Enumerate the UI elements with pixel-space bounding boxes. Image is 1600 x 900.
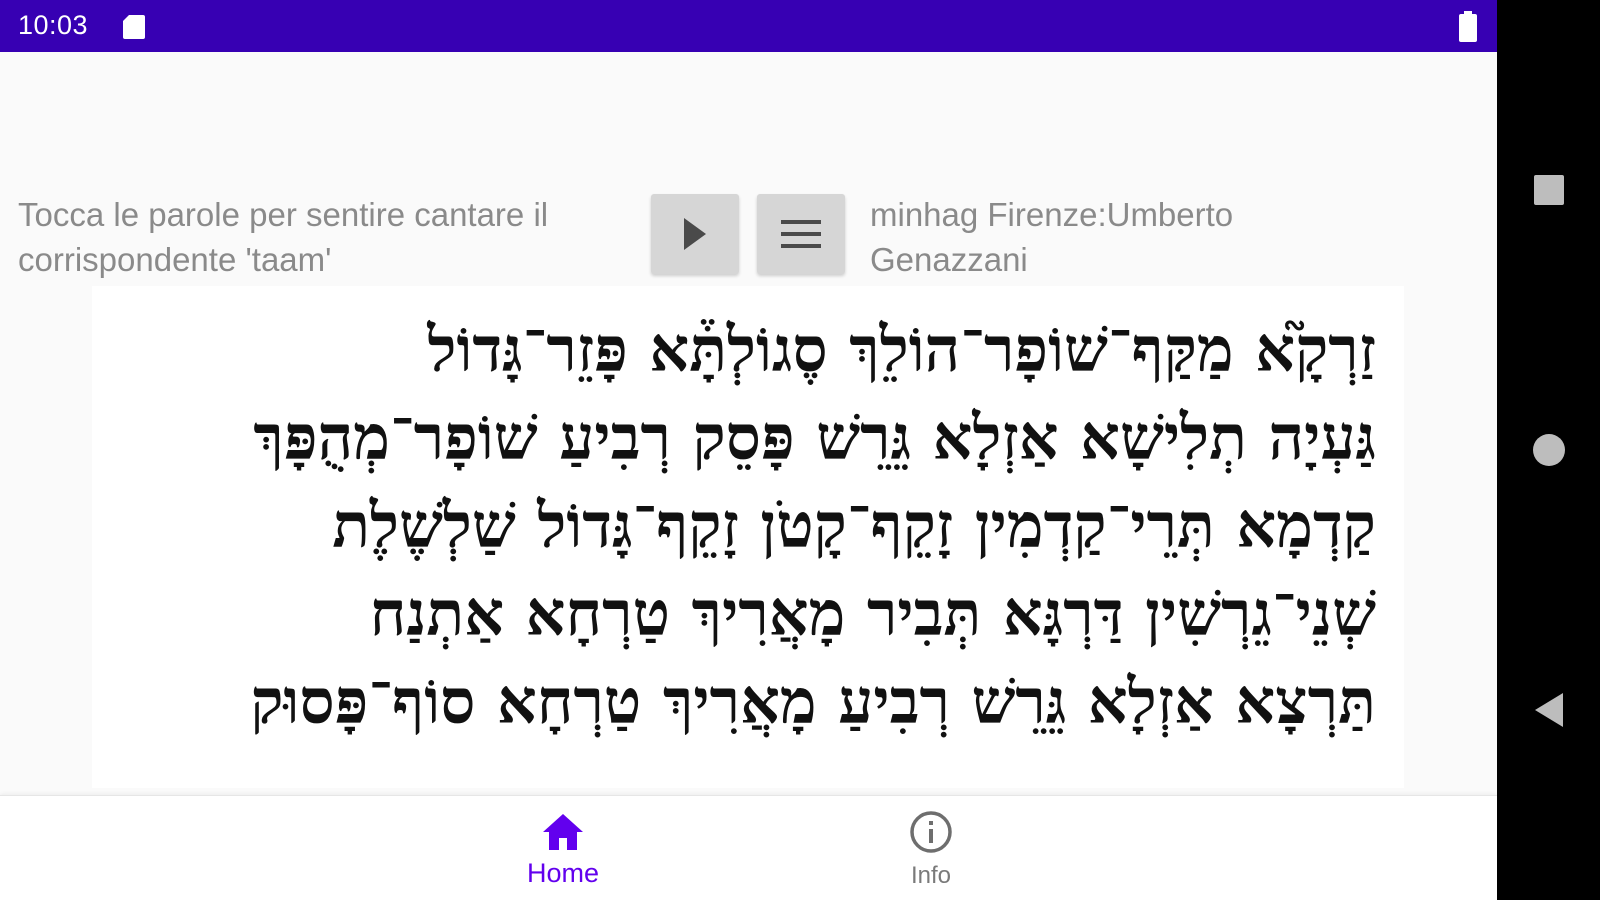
menu-button[interactable] — [757, 194, 845, 274]
menu-icon — [781, 220, 821, 248]
hebrew-line-5[interactable]: תַּרְצָא אַזְלָא גֵּרֵשׁ רְבִיעַ מָאֲרִי… — [106, 658, 1376, 746]
recent-apps-icon[interactable] — [1529, 170, 1569, 210]
play-button[interactable] — [651, 194, 739, 274]
battery-icon — [1459, 11, 1477, 42]
play-icon — [684, 218, 706, 250]
nav-home-label: Home — [526, 858, 600, 888]
hebrew-text-panel: זַרְקָ֮א מַקַּף־שׁוֹפָר־הוֹלֵךְ סֶגוֹלְת… — [92, 286, 1404, 788]
nav-home-tab[interactable]: Home — [463, 796, 663, 900]
home-circle-icon[interactable] — [1529, 430, 1569, 470]
nav-info-label: Info — [910, 862, 952, 889]
credit-text: minhag Firenze:Umberto Genazzani — [870, 196, 1234, 278]
back-icon[interactable] — [1529, 690, 1569, 730]
hebrew-lines: זַרְקָ֮א מַקַּף־שׁוֹפָר־הוֹלֵךְ סֶגוֹלְת… — [106, 306, 1376, 746]
system-navigation-bar — [1497, 0, 1600, 900]
status-bar: 10:03 — [0, 0, 1497, 52]
nav-info-tab[interactable]: Info — [831, 796, 1031, 900]
hebrew-line-4[interactable]: שְׁנֵי־גֵרְשִׁין דַּרְגָּא תְּבִיר מָאֲר… — [106, 570, 1376, 658]
sd-card-icon — [123, 15, 145, 39]
info-icon — [910, 811, 952, 853]
hebrew-line-3[interactable]: קַדְמָא תְּרֵי־קַדְמִין זָקֵף־קָטֹן זָקֵ… — [106, 482, 1376, 570]
status-time: 10:03 — [18, 10, 89, 40]
bottom-navigation: Home Info — [0, 795, 1497, 900]
home-icon — [543, 814, 583, 850]
hebrew-line-1[interactable]: זַרְקָ֮א מַקַּף־שׁוֹפָר־הוֹלֵךְ סֶגוֹלְת… — [106, 306, 1377, 394]
app-screen: 10:03 Tocca le parole per sentire cantar… — [0, 0, 1497, 900]
hebrew-line-2[interactable]: גַּעְיָה תְלִישָׁא אַזְלָא גֵּרֵשׁ פָּסֵ… — [106, 394, 1376, 482]
instruction-text: Tocca le parole per sentire cantare il c… — [18, 196, 549, 278]
